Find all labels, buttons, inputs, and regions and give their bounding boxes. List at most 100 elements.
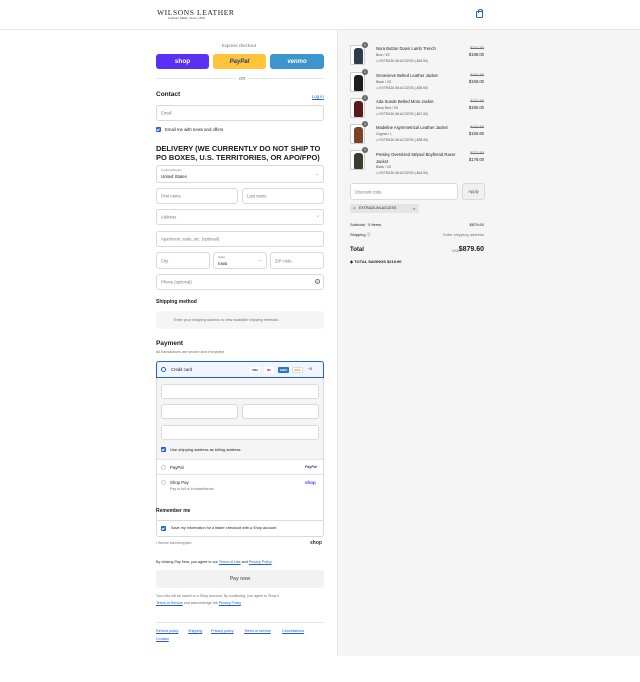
- tag-icon: ◇: [353, 206, 356, 211]
- remember-me-heading: Remember me: [156, 508, 191, 514]
- card-security-code-field[interactable]: [242, 404, 319, 419]
- product-name: Nora Button Down Lamb Trench: [376, 46, 436, 51]
- shop-pay-button[interactable]: shop: [156, 54, 209, 69]
- total-savings: ◈ TOTAL SAVINGS $219.90: [350, 259, 402, 264]
- or-divider-label: OR: [236, 76, 249, 81]
- mastercard-icon: MC: [264, 367, 274, 373]
- footer-contact[interactable]: Contact: [156, 637, 169, 641]
- original-price: $194.50: [470, 125, 484, 129]
- shopping-bag-icon[interactable]: [476, 9, 483, 18]
- product-thumbnail: [350, 72, 365, 92]
- shipping-method-heading: Shipping method: [156, 299, 197, 305]
- quantity-badge: 1: [362, 121, 368, 127]
- shop-privacy-link[interactable]: Privacy Policy: [219, 601, 241, 605]
- shop-logo: shop: [305, 480, 316, 485]
- visa-icon: VISA: [250, 367, 260, 373]
- discount-code-tag: ◇ EXTRA20-WLACCESS ×: [350, 204, 419, 213]
- item-price: $155.60: [468, 131, 484, 136]
- agree-text: By clicking Pay Now, you agree to our Te…: [156, 560, 273, 564]
- help-icon: ?: [315, 278, 320, 284]
- total-label: Total: [350, 247, 364, 253]
- order-summary: 1 Nora Button Down Lamb Trench Blue / XS ◇ …: [337, 30, 640, 656]
- phone-field[interactable]: Phone (optional)?: [156, 274, 324, 290]
- footer-terms-of-service[interactable]: Terms of service: [244, 629, 271, 633]
- shop-note-line1: Your info will be saved to a Shop accoun…: [156, 594, 280, 598]
- product-variant: Deep Red / XS: [376, 106, 398, 110]
- quantity-badge: 1: [362, 95, 368, 101]
- item-price: $158.00: [468, 79, 484, 84]
- paypal-button[interactable]: PayPal: [213, 54, 266, 69]
- product-thumbnail: [350, 45, 365, 65]
- footer-privacy-policy[interactable]: Privacy policy: [211, 629, 234, 633]
- chevron-down-icon: ⌄: [316, 172, 320, 176]
- product-variant: Black / XS: [376, 80, 392, 84]
- subtotal-value: $879.60: [469, 222, 484, 227]
- privacy-policy-link[interactable]: Privacy Policy: [249, 560, 272, 564]
- venmo-button[interactable]: venmo: [270, 54, 324, 69]
- discount-code-field[interactable]: Discount code: [350, 183, 458, 200]
- product-name: Ada Suede Belted Moto Jacket: [376, 99, 434, 104]
- terms-of-use-link[interactable]: Terms of Use: [219, 560, 241, 564]
- save-info-checkbox: [161, 526, 166, 531]
- shop-pay-option[interactable]: Shop Pay Pay in full or in installments …: [157, 474, 323, 496]
- state-select[interactable]: State Iowa ⌄: [213, 252, 267, 269]
- email-news-label: Email me with news and offers: [165, 127, 224, 132]
- product-name: Madeline Asymmetrical Leather Jacket: [376, 125, 448, 130]
- shop-footer-logo: shop: [310, 540, 322, 546]
- city-field[interactable]: City: [156, 252, 210, 269]
- billing-same-label: Use shipping address as billing address: [170, 447, 241, 452]
- shipping-label: Shipping ⓘ: [350, 232, 371, 237]
- card-number-field[interactable]: [161, 384, 319, 399]
- product-thumbnail: [350, 150, 365, 170]
- footer-refund-policy[interactable]: Refund policy: [156, 629, 178, 633]
- paypal-logo: PayPal: [305, 465, 317, 469]
- secure-encrypted-label: ▪ Secure and encrypted: [156, 541, 192, 545]
- search-icon: ⌕: [316, 214, 319, 218]
- credit-card-radio: [161, 367, 166, 372]
- footer-shipping[interactable]: Shipping: [188, 629, 202, 633]
- apartment-field[interactable]: Apartment, suite, etc. (optional): [156, 231, 324, 247]
- item-price: $178.00: [468, 157, 484, 162]
- product-thumbnail: [350, 98, 365, 118]
- zip-field[interactable]: ZIP code: [270, 252, 324, 269]
- card-name-field[interactable]: [161, 425, 319, 440]
- card-expiry-field[interactable]: [161, 404, 238, 419]
- shipping-method-placeholder: Enter your shipping address to view avai…: [156, 311, 324, 329]
- last-name-field[interactable]: Last name: [242, 188, 324, 204]
- email-field[interactable]: Email: [156, 105, 324, 121]
- shipping-value: Enter shipping address: [443, 232, 484, 237]
- pay-now-button[interactable]: Pay now: [156, 570, 324, 588]
- discover-icon: DISC: [292, 367, 303, 373]
- delivery-heading-line1: DELIVERY (WE CURRENTLY DO NOT SHIP TO: [156, 144, 321, 153]
- login-link[interactable]: Log in: [312, 94, 324, 99]
- shop-note-line2: Terms of Service and acknowledge the Pri…: [156, 601, 242, 605]
- save-info-box[interactable]: Save my information for a faster checkou…: [156, 520, 324, 537]
- item-price: $198.00: [468, 52, 484, 57]
- first-name-field[interactable]: First name: [156, 188, 238, 204]
- paypal-option[interactable]: PayPal PayPal: [157, 459, 323, 474]
- original-price: $237.50: [470, 99, 484, 103]
- billing-same-checkbox[interactable]: [161, 447, 166, 452]
- product-discount: ◇ EXTRA20-WLACCESS (-$39.50): [376, 86, 429, 90]
- shop-terms-link[interactable]: Terms of Service: [156, 601, 183, 605]
- product-name: Genevieve Belted Leather Jacket: [376, 73, 438, 78]
- product-discount: ◇ EXTRA20-WLACCESS (-$47.50): [376, 112, 429, 116]
- shop-pay-radio: [161, 480, 166, 485]
- country-select[interactable]: Country/Region United States ⌄: [156, 165, 324, 183]
- product-variant: Blue / XS: [376, 53, 390, 57]
- footer-cancellations[interactable]: Cancellations: [282, 629, 304, 633]
- amex-icon: AMEX: [278, 367, 289, 373]
- product-discount: ◇ EXTRA20-WLACCESS (-$44.50): [376, 171, 429, 175]
- quantity-badge: 1: [362, 69, 368, 75]
- paypal-radio: [161, 465, 166, 470]
- footer-divider: [156, 622, 324, 623]
- credit-card-option[interactable]: Credit card VISA MC AMEX DISC +3: [156, 361, 324, 378]
- checkout-form: Express checkout shop PayPal venmo OR Co…: [0, 30, 336, 682]
- remove-code-icon[interactable]: ×: [413, 206, 415, 211]
- total-value: $879.60: [458, 246, 484, 253]
- apply-button[interactable]: Apply: [462, 183, 485, 200]
- delivery-heading-line2: PO BOXES, U.S. TERRITORIES, OR APO/FPO): [156, 153, 320, 162]
- address-field[interactable]: Address ⌕: [156, 209, 324, 225]
- email-news-checkbox[interactable]: [156, 127, 161, 132]
- payment-subtitle: All transactions are secure and encrypte…: [156, 350, 225, 354]
